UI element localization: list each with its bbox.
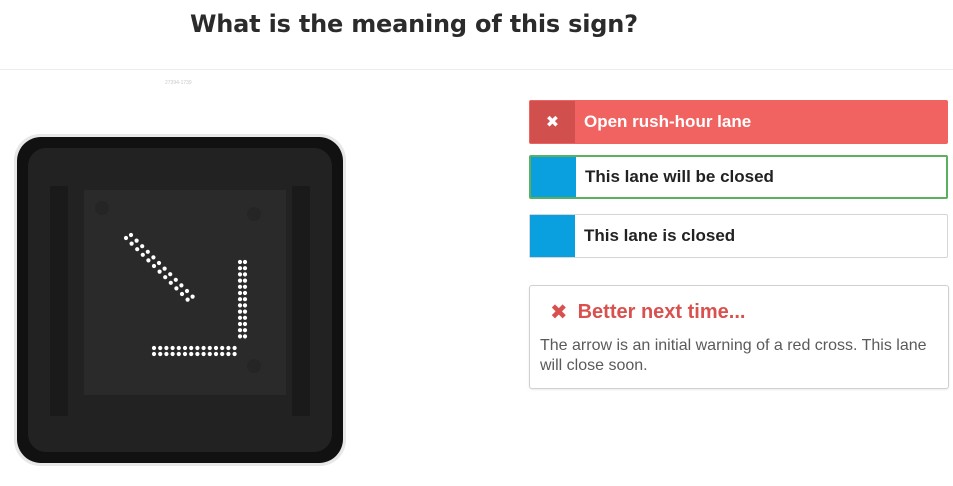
led-dot bbox=[140, 244, 145, 249]
feedback-title: Better next time... bbox=[577, 301, 746, 323]
led-dot bbox=[237, 334, 243, 339]
error-cross-icon: ✖ bbox=[550, 301, 568, 324]
led-dot bbox=[128, 232, 134, 238]
led-dot bbox=[213, 351, 219, 357]
led-dot bbox=[242, 284, 248, 289]
led-dot bbox=[207, 345, 212, 351]
led-dot bbox=[164, 351, 169, 357]
led-dot bbox=[237, 315, 243, 320]
led-dot bbox=[237, 272, 243, 277]
led-dot bbox=[135, 247, 140, 252]
led-dot bbox=[237, 328, 243, 333]
led-dot bbox=[207, 351, 212, 357]
answer-label: Open rush-hour lane bbox=[584, 112, 752, 131]
led-dot bbox=[201, 351, 206, 357]
led-dot bbox=[162, 266, 167, 271]
led-dot bbox=[242, 266, 248, 271]
led-dot bbox=[237, 266, 243, 271]
led-dot bbox=[237, 259, 243, 265]
led-dot bbox=[157, 269, 162, 274]
answer-badge bbox=[531, 157, 576, 197]
led-dot bbox=[242, 259, 248, 265]
lane-arrow-sign-icon bbox=[14, 134, 346, 466]
answer-label: This lane is closed bbox=[584, 226, 736, 245]
led-dot bbox=[220, 351, 225, 357]
led-dot bbox=[195, 351, 200, 357]
led-dot bbox=[179, 283, 184, 288]
led-dot bbox=[176, 351, 181, 357]
led-dot bbox=[242, 303, 248, 308]
led-dot bbox=[189, 345, 194, 351]
led-dot bbox=[134, 238, 139, 243]
led-dot bbox=[232, 351, 237, 357]
road-sign-image bbox=[14, 134, 346, 466]
led-dot bbox=[242, 315, 248, 320]
answer-option-3[interactable]: This lane is closed bbox=[529, 214, 948, 258]
led-dot bbox=[173, 277, 178, 282]
led-dot bbox=[237, 309, 243, 314]
led-dot bbox=[242, 278, 248, 283]
header-divider bbox=[0, 69, 953, 70]
led-dot bbox=[220, 345, 225, 351]
answer-option-1[interactable]: ✖ Open rush-hour lane bbox=[529, 100, 948, 144]
led-dot bbox=[184, 288, 190, 294]
image-caption: 27394-1739 bbox=[165, 80, 192, 86]
led-dot bbox=[237, 321, 243, 327]
led-dot bbox=[123, 235, 129, 241]
led-dot bbox=[151, 255, 156, 260]
led-dot bbox=[237, 284, 243, 289]
feedback-header: ✖ Better next time... bbox=[550, 300, 745, 325]
led-dot bbox=[185, 297, 190, 302]
led-dot bbox=[242, 321, 248, 327]
led-dot bbox=[151, 345, 157, 351]
led-dot bbox=[242, 272, 248, 277]
led-dot bbox=[129, 241, 134, 246]
led-dot bbox=[182, 351, 188, 357]
led-dot bbox=[170, 345, 175, 351]
led-dot bbox=[237, 278, 243, 283]
led-dot bbox=[158, 345, 163, 351]
led-dot bbox=[242, 334, 248, 339]
led-dot bbox=[242, 309, 248, 314]
led-dot bbox=[242, 297, 248, 302]
led-dot bbox=[156, 260, 162, 266]
led-dot bbox=[146, 258, 151, 263]
close-icon: ✖ bbox=[530, 101, 575, 143]
led-dot bbox=[237, 297, 243, 302]
led-dot bbox=[226, 345, 231, 351]
led-dot bbox=[201, 345, 206, 351]
led-dot bbox=[168, 272, 173, 277]
led-dot bbox=[213, 345, 219, 351]
led-dot bbox=[140, 252, 145, 257]
led-dot bbox=[190, 294, 195, 299]
led-dot bbox=[182, 345, 188, 351]
led-dot bbox=[242, 328, 248, 333]
answer-label: This lane will be closed bbox=[585, 167, 774, 186]
led-dot bbox=[158, 351, 163, 357]
led-dot bbox=[226, 351, 231, 357]
led-dot bbox=[179, 291, 185, 297]
led-dot bbox=[242, 290, 248, 296]
feedback-box: ✖ Better next time... The arrow is an in… bbox=[529, 285, 949, 389]
led-dot bbox=[189, 351, 194, 357]
feedback-text: The arrow is an initial warning of a red… bbox=[540, 337, 927, 374]
led-dot bbox=[176, 345, 181, 351]
led-dot bbox=[145, 249, 150, 254]
led-dot bbox=[168, 280, 173, 285]
led-dot bbox=[151, 351, 157, 357]
led-dot bbox=[164, 345, 169, 351]
led-dot bbox=[232, 345, 237, 351]
led-dot bbox=[163, 275, 168, 280]
led-dot bbox=[195, 345, 200, 351]
answer-option-2[interactable]: This lane will be closed bbox=[529, 155, 948, 199]
led-dot bbox=[174, 286, 179, 291]
led-dot bbox=[151, 263, 157, 269]
led-dot bbox=[170, 351, 175, 357]
led-dot bbox=[237, 290, 243, 296]
answer-badge bbox=[530, 215, 575, 257]
led-dot bbox=[237, 303, 243, 308]
question-title: What is the meaning of this sign? bbox=[190, 10, 638, 38]
